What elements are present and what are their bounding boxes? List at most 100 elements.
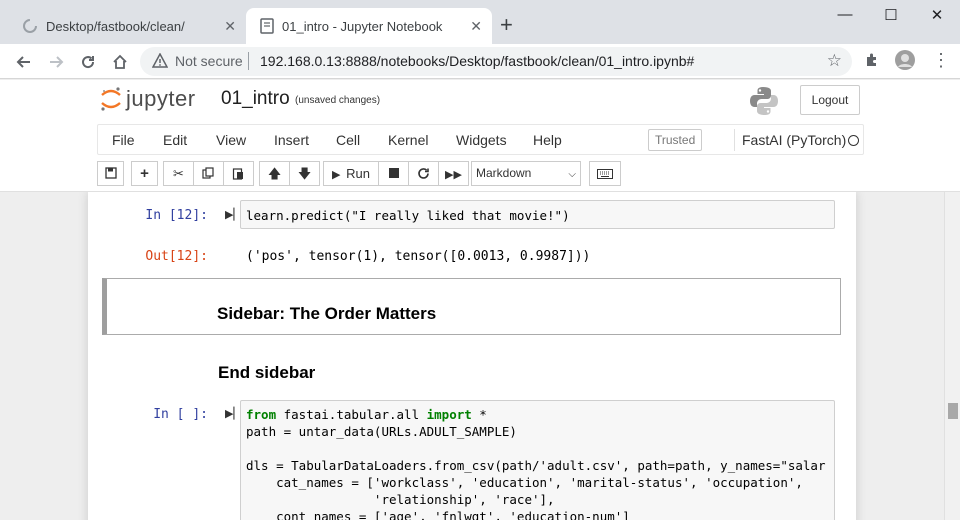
new-tab-button[interactable]: + <box>500 14 513 36</box>
kernel-name[interactable]: FastAI (PyTorch) <box>742 132 846 148</box>
tab-close-icon[interactable]: ✕ <box>470 18 482 34</box>
cut-button[interactable]: ✂ <box>163 161 194 186</box>
jupyter-header: jupyter 01_intro (unsaved changes) Logou… <box>0 80 960 192</box>
warning-triangle-icon[interactable] <box>152 53 168 69</box>
copy-button[interactable] <box>193 161 224 186</box>
notebook-favicon-icon <box>260 18 274 34</box>
menu-file[interactable]: File <box>112 132 135 148</box>
menu-help[interactable]: Help <box>533 132 562 148</box>
notebook-menubar: File Edit View Insert Cell Kernel Widget… <box>97 124 864 155</box>
output-prompt: Out[12]: <box>145 249 208 264</box>
input-prompt: In [ ]: <box>153 407 208 422</box>
copy-icon <box>202 167 214 179</box>
menu-cell[interactable]: Cell <box>336 132 360 148</box>
menu-insert[interactable]: Insert <box>274 132 309 148</box>
menubar-divider <box>734 129 735 151</box>
code-cell-input[interactable]: from fastai.tabular.all import * path = … <box>240 400 835 520</box>
markdown-heading: Sidebar: The Order Matters <box>217 304 437 323</box>
save-status: (unsaved changes) <box>295 95 381 106</box>
code-line: learn.predict("I really liked that movie… <box>246 208 570 223</box>
restart-icon <box>418 168 429 179</box>
move-up-button[interactable]: 🡅 <box>259 161 290 186</box>
reload-button[interactable] <box>76 50 100 75</box>
floppy-disk-icon <box>104 167 117 179</box>
tab-title: Desktop/fastbook/clean/ <box>46 18 185 34</box>
home-icon <box>113 54 127 69</box>
notebook-container: In [12]: ▶▏ learn.predict("I really like… <box>88 192 856 520</box>
markdown-heading: End sidebar <box>218 363 316 382</box>
security-status-label[interactable]: Not secure <box>175 53 243 69</box>
tab-title: 01_intro - Jupyter Notebook <box>282 18 443 34</box>
page-scrollbar[interactable] <box>944 192 960 520</box>
back-button[interactable] <box>12 50 36 75</box>
interrupt-button[interactable] <box>378 161 409 186</box>
restart-run-all-button[interactable]: ▶▶ <box>438 161 469 186</box>
code-line: path = untar_data(URLs.ADULT_SAMPLE) <box>246 424 517 439</box>
star-icon[interactable]: ☆ <box>827 51 842 71</box>
cell-type-value: Markdown <box>476 166 532 180</box>
keyboard-icon <box>597 169 613 179</box>
run-label: Run <box>346 166 370 181</box>
code-line: 'relationship', 'race'], <box>246 492 555 507</box>
browser-toolbar: Not secure 192.168.0.13:8888/notebooks/D… <box>0 44 960 79</box>
trusted-indicator[interactable]: Trusted <box>648 129 703 151</box>
code-line: dls = TabularDataLoaders.from_csv(path/'… <box>246 458 826 473</box>
arrow-up-icon: 🡅 <box>267 166 282 181</box>
tab-desktop-folder[interactable]: Desktop/fastbook/clean/ ✕ <box>8 8 246 44</box>
code-line: cont_names = ['age', 'fnlwgt', 'educatio… <box>246 509 630 520</box>
browser-tab-strip: Desktop/fastbook/clean/ ✕ 01_intro - Jup… <box>0 0 960 44</box>
jupyter-logo-icon <box>101 87 121 111</box>
input-prompt: In [12]: <box>145 208 208 223</box>
menu-kernel[interactable]: Kernel <box>388 132 428 148</box>
menu-view[interactable]: View <box>216 132 246 148</box>
cell-type-select[interactable]: Markdown ⌵ <box>471 161 581 186</box>
arrow-down-icon: 🡇 <box>297 166 312 181</box>
cell-output: ('pos', tensor(1), tensor([0.0013, 0.998… <box>246 249 591 264</box>
menu-edit[interactable]: Edit <box>163 132 187 148</box>
code-line: from fastai.tabular.all import * <box>246 407 487 422</box>
insert-cell-button[interactable]: + <box>131 161 158 186</box>
scrollbar-thumb[interactable] <box>948 403 958 419</box>
forward-button[interactable] <box>44 50 68 75</box>
url-text[interactable]: 192.168.0.13:8888/notebooks/Desktop/fast… <box>260 53 694 69</box>
logout-button[interactable]: Logout <box>800 85 860 115</box>
omnibox-divider <box>248 52 249 70</box>
jupyter-logo[interactable]: jupyter <box>100 86 196 112</box>
paste-button[interactable] <box>223 161 254 186</box>
minimize-button[interactable]: — <box>822 6 868 23</box>
home-button[interactable] <box>108 50 132 75</box>
save-button[interactable] <box>97 161 124 186</box>
code-cell-input[interactable]: learn.predict("I really liked that movie… <box>240 200 835 229</box>
arrow-right-icon <box>50 56 64 68</box>
profile-avatar-icon <box>895 50 915 70</box>
chevron-down-icon: ⌵ <box>568 169 576 180</box>
tab-jupyter-notebook[interactable]: 01_intro - Jupyter Notebook ✕ <box>246 8 492 44</box>
maximize-button[interactable]: ☐ <box>868 6 914 24</box>
close-window-button[interactable]: ✕ <box>914 6 960 24</box>
python-logo-icon <box>750 87 778 115</box>
scissors-icon: ✂ <box>173 166 184 181</box>
paste-icon <box>232 168 243 180</box>
menu-widgets[interactable]: Widgets <box>456 132 507 148</box>
tab-close-icon[interactable]: ✕ <box>224 18 236 34</box>
kernel-idle-icon <box>848 135 859 146</box>
avatar[interactable] <box>894 49 916 76</box>
loading-spinner-icon <box>23 19 37 33</box>
puzzle-glyph <box>867 53 876 66</box>
move-down-button[interactable]: 🡇 <box>289 161 320 186</box>
puzzle-icon[interactable] <box>864 52 880 73</box>
code-line: cat_names = ['workclass', 'education', '… <box>246 475 803 490</box>
notebook-scroll-area[interactable]: In [12]: ▶▏ learn.predict("I really like… <box>0 192 944 520</box>
fast-forward-icon: ▶▶ <box>445 169 462 181</box>
restart-button[interactable] <box>408 161 439 186</box>
address-bar[interactable]: Not secure 192.168.0.13:8888/notebooks/D… <box>140 47 852 76</box>
reload-icon <box>82 56 95 69</box>
command-palette-button[interactable] <box>589 161 621 186</box>
notebook-name[interactable]: 01_intro <box>221 88 290 110</box>
markdown-cell-selected[interactable]: Sidebar: The Order Matters <box>102 278 841 335</box>
kebab-menu-icon[interactable]: ⋮ <box>932 50 950 71</box>
jupyter-wordmark: jupyter <box>126 86 196 111</box>
run-button[interactable]: ▶ Run <box>323 161 379 186</box>
plus-icon: + <box>140 165 149 182</box>
